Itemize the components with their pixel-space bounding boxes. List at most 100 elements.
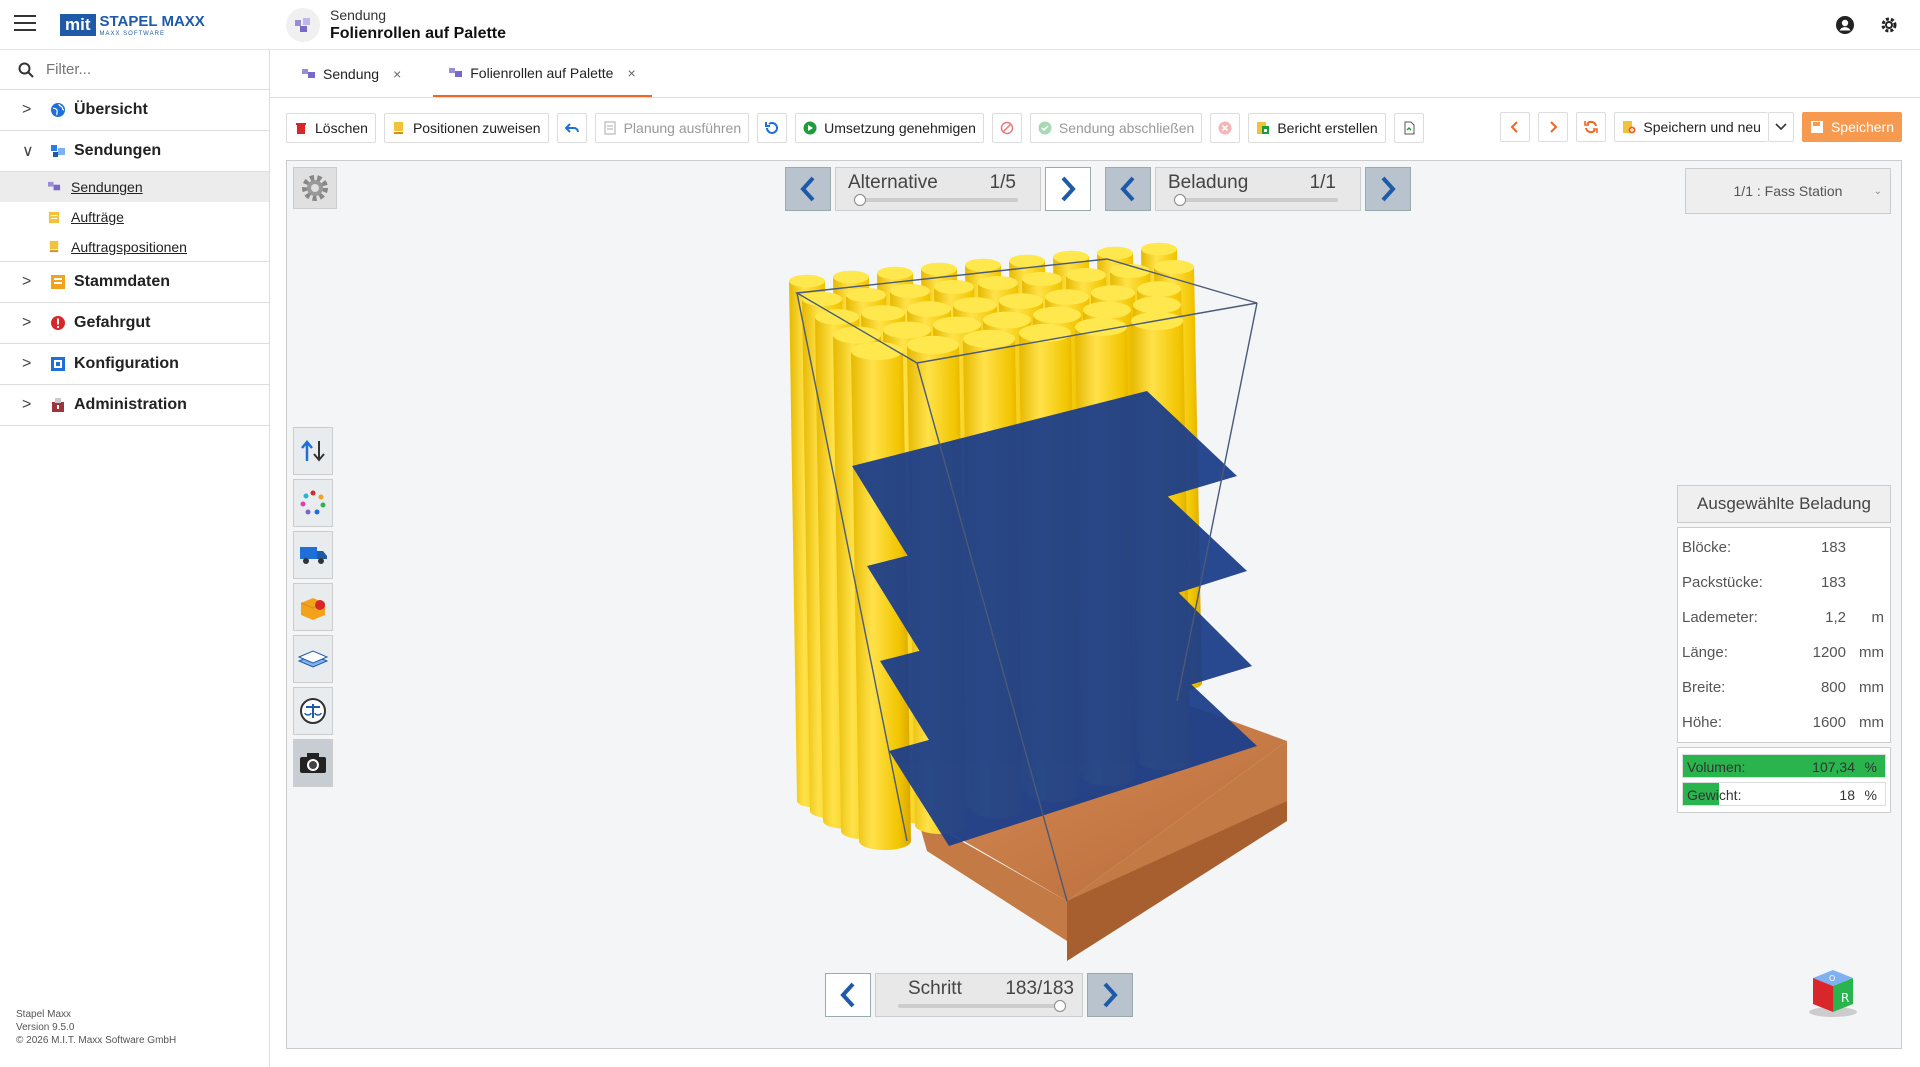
step-slider-knob[interactable] [1054, 1000, 1066, 1012]
stat-label: Blöcke: [1682, 539, 1732, 556]
loading-prev-button[interactable] [1105, 167, 1151, 211]
stat-value: 1,2 [1825, 609, 1846, 626]
roll-top [1019, 323, 1071, 343]
close-icon[interactable]: × [393, 66, 401, 82]
viewer-settings-gear-icon[interactable] [293, 167, 337, 209]
delete-button[interactable]: Löschen [286, 113, 376, 143]
stat-row: Packstücke: 183 [1678, 565, 1890, 600]
run-planning-button[interactable]: Planung ausführen [594, 113, 750, 143]
camera-icon[interactable] [293, 739, 333, 787]
sidebar-item-administration[interactable]: > Administration [0, 385, 269, 426]
layers-icon[interactable] [293, 635, 333, 683]
sidebar-item-gefahrgut[interactable]: > Gefahrgut [0, 303, 269, 344]
previous-button[interactable] [1500, 112, 1531, 142]
chevron-right-icon: > [22, 396, 32, 413]
alternative-prev-button[interactable] [785, 167, 831, 211]
breadcrumb: Sendung Folienrollen auf Palette [330, 7, 506, 43]
save-and-new-button[interactable]: Speichern und neu [1614, 112, 1768, 142]
roll-top [846, 288, 886, 302]
sidebar-item-konfiguration[interactable]: > Konfiguration [0, 344, 269, 385]
loading-slider-track[interactable] [1178, 198, 1338, 202]
roll-top [1045, 289, 1089, 305]
sidebar-item-stammdaten[interactable]: > Stammdaten [0, 262, 269, 303]
step-panel: Schritt 183/183 [875, 973, 1083, 1017]
sidebar-subitem-sendungen[interactable]: Sendungen [0, 172, 269, 202]
stat-unit: m [1871, 609, 1885, 626]
sidebar-item-label: Administration [74, 396, 187, 413]
settings-gear-icon[interactable] [1878, 14, 1900, 36]
sidebar-subitem-auftraege[interactable]: Aufträge [0, 202, 269, 232]
alternative-slider-knob[interactable] [854, 194, 866, 206]
version-footer: Stapel Maxx Version 9.5.0 © 2026 M.I.T. … [16, 1008, 176, 1047]
button-label: Speichern [1830, 119, 1894, 135]
roll-top [934, 280, 974, 294]
sidebar-subitem-label: Aufträge [71, 209, 124, 225]
axis-swap-icon[interactable] [293, 427, 333, 475]
button-label: Sendung abschließen [1058, 120, 1195, 136]
step-next-button[interactable] [1087, 973, 1133, 1017]
roll-top [1033, 306, 1081, 324]
weight-value: 18 [1839, 787, 1855, 803]
stat-value: 1600 [1812, 714, 1846, 731]
stat-value: 800 [1820, 679, 1846, 696]
sidebar-item-sendungen[interactable]: ∨ Sendungen [0, 131, 269, 172]
assign-positions-button[interactable]: Positionen zuweisen [383, 113, 549, 143]
button-label: Löschen [315, 120, 368, 136]
reset-button[interactable] [757, 113, 788, 143]
step-prev-button[interactable] [825, 973, 871, 1017]
next-button[interactable] [1538, 112, 1569, 142]
stat-unit: mm [1859, 644, 1884, 661]
chevron-right-icon [1061, 176, 1076, 202]
sidebar-item-uebersicht[interactable]: > Übersicht [0, 90, 269, 131]
button-label: Bericht erstellen [1277, 120, 1378, 136]
roll-top [883, 321, 931, 339]
tab-folienrollen[interactable]: Folienrollen auf Palette × [433, 51, 652, 97]
color-dots-icon[interactable] [293, 479, 333, 527]
truck-icon[interactable] [293, 531, 333, 579]
cancel-button[interactable] [991, 113, 1022, 143]
button-label: Planung ausführen [623, 120, 742, 136]
alternative-next-button[interactable] [1045, 167, 1091, 211]
step-stepper: Schritt 183/183 [825, 973, 1133, 1017]
logo-subtitle: MAXX SOFTWARE [99, 30, 165, 37]
finish-shipment-button[interactable]: Sendung abschließen [1029, 113, 1203, 143]
stat-row: Lademeter: 1,2 m [1678, 600, 1890, 635]
stat-label: Packstücke: [1682, 574, 1763, 591]
logo-name: STAPEL MAXX [99, 12, 205, 30]
export-button[interactable] [1393, 113, 1424, 143]
step-slider-track[interactable] [898, 1004, 1060, 1008]
approve-button[interactable]: Umsetzung genehmigen [795, 113, 984, 143]
masterdata-icon [51, 275, 65, 289]
button-label: Positionen zuweisen [412, 120, 541, 136]
pallet-3d-scene[interactable] [767, 241, 1467, 961]
save-dropdown-toggle[interactable] [1767, 112, 1794, 142]
undo-button[interactable] [556, 113, 587, 143]
tab-sendung[interactable]: Sendung × [286, 51, 417, 97]
sidebar: > Übersicht ∨ Sendungen Sendungen Aufträ… [0, 50, 270, 1067]
roll-top [1137, 281, 1181, 297]
sidebar-subitem-auftragspositionen[interactable]: Auftragspositionen [0, 232, 269, 262]
filter-input[interactable] [46, 61, 246, 78]
save-button[interactable]: Speichern [1801, 112, 1902, 142]
file-export-icon [1404, 121, 1415, 135]
tab-label: Sendung [323, 66, 380, 82]
loading-next-button[interactable] [1365, 167, 1411, 211]
roll-top [789, 274, 825, 288]
discard-button[interactable] [1210, 113, 1241, 143]
station-select[interactable]: 1/1 : Fass Station ⌄ [1685, 168, 1891, 214]
close-icon[interactable]: × [627, 65, 635, 81]
roll-top [907, 335, 959, 355]
roll-top [933, 316, 981, 334]
assign-icon [393, 122, 403, 134]
refresh-button[interactable] [1576, 112, 1607, 142]
box-icon[interactable] [293, 583, 333, 631]
logo[interactable]: mit STAPEL MAXX MAXX SOFTWARE [60, 13, 205, 37]
scale-icon[interactable] [293, 687, 333, 735]
account-circle-icon[interactable] [1834, 14, 1856, 36]
loading-slider-knob[interactable] [1174, 194, 1186, 206]
viewer-canvas[interactable]: Alternative 1/5 Beladung 1/1 1/1 : Fass … [286, 160, 1902, 1049]
menu-icon[interactable] [14, 15, 36, 33]
create-report-button[interactable]: Bericht erstellen [1248, 113, 1386, 143]
alternative-slider-track[interactable] [858, 198, 1018, 202]
view-cube-icon[interactable]: R O [1805, 962, 1861, 1018]
